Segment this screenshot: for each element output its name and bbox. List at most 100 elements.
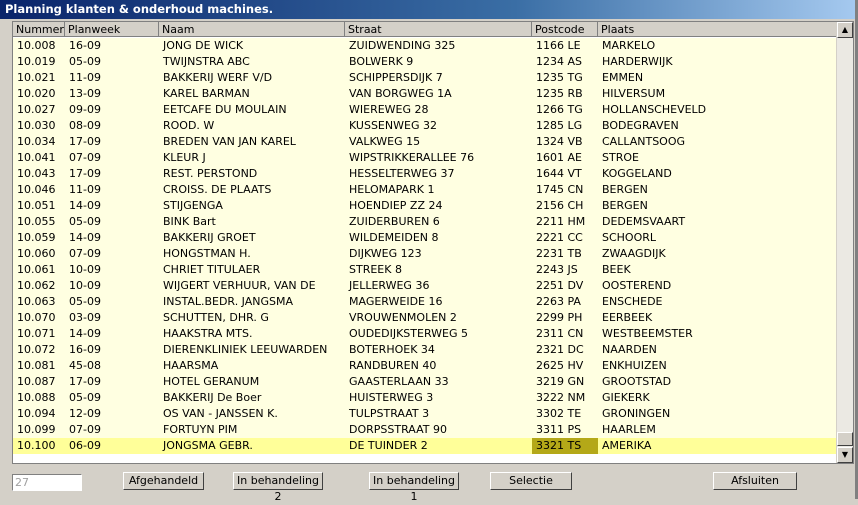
cell-postcode: 1745 CN — [536, 183, 584, 196]
table-row[interactable]: 10.070 03-09 SCHUTTEN, DHR. G VROUWENMOLEN … — [13, 310, 837, 326]
cell-nummer: 10.051 — [17, 199, 56, 212]
record-count-field[interactable]: 27 — [12, 474, 82, 491]
cell-naam: FORTUYN PIM — [163, 423, 238, 436]
cell-planweek: 10-09 — [69, 263, 101, 276]
cell-straat: WILDEMEIDEN 8 — [349, 231, 439, 244]
cell-nummer: 10.060 — [17, 247, 56, 260]
cell-plaats: ENKHUIZEN — [602, 359, 667, 372]
table-row[interactable]: 10.072 16-09 DIERENKLINIEK LEEUWARDEN BOTER… — [13, 342, 837, 358]
cell-postcode: 2263 PA — [536, 295, 581, 308]
column-header-postcode[interactable]: Postcode — [532, 22, 598, 37]
cell-planweek: 11-09 — [69, 183, 101, 196]
cell-straat: DE TUINDER 2 — [349, 439, 428, 452]
cell-postcode: 1166 LE — [536, 39, 581, 52]
table-row[interactable]: 10.088 05-09 BAKKERIJ De Boer HUISTERWEG 3 3… — [13, 390, 837, 406]
table-row[interactable]: 10.062 10-09 WIJGERT VERHUUR, VAN DE JELLER… — [13, 278, 837, 294]
cell-plaats: MARKELO — [602, 39, 656, 52]
cell-straat: ZUIDERBUREN 6 — [349, 215, 440, 228]
table-row[interactable]: 10.081 45-08 HAARSMA RANDBUREN 40 2625 HV ENK… — [13, 358, 837, 374]
scroll-up-arrow-icon[interactable]: ▲ — [837, 22, 853, 38]
cell-plaats: BERGEN — [602, 183, 648, 196]
in-behandeling-2-button[interactable]: In behandeling 2 — [233, 472, 323, 503]
table-row[interactable]: 10.071 14-09 HAAKSTRA MTS. OUDEDIJKSTERWEG … — [13, 326, 837, 342]
scroll-thumb[interactable] — [837, 432, 853, 446]
column-header-naam[interactable]: Naam — [159, 22, 345, 37]
table-row[interactable]: 10.094 12-09 OS VAN - JANSSEN K. TULPSTRAAT… — [13, 406, 837, 422]
table-row[interactable]: 10.041 07-09 KLEUR J WIPSTRIKKERALLEE 76 160… — [13, 150, 837, 166]
cell-postcode: 2311 CN — [536, 327, 584, 340]
cell-postcode: 1285 LG — [536, 119, 583, 132]
table-row[interactable]: 10.055 05-09 BINK Bart ZUIDERBUREN 6 2211 HM… — [13, 214, 837, 230]
cell-planweek: 14-09 — [69, 231, 101, 244]
table-row[interactable]: 10.051 14-09 STIJGENGA HOENDIEP ZZ 24 2156 C… — [13, 198, 837, 214]
cell-naam: INSTAL.BEDR. JANGSMA — [163, 295, 294, 308]
cell-straat: HESSELTERWEG 37 — [349, 167, 455, 180]
column-header-nummer[interactable]: Nummer — [13, 22, 65, 37]
cell-naam: HONGSTMAN H. — [163, 247, 251, 260]
cell-plaats: BEEK — [602, 263, 631, 276]
planning-grid[interactable]: Nummer Planweek Naam Straat Postcode Pla… — [12, 21, 854, 464]
cell-naam: KLEUR J — [163, 151, 206, 164]
cell-plaats: AMERIKA — [602, 439, 652, 452]
cell-naam: TWIJNSTRA ABC — [163, 55, 250, 68]
cell-postcode: 2211 HM — [536, 215, 586, 228]
table-row-selected[interactable]: 10.100 06-09 JONGSMA GEBR. DE TUINDER 2 3321… — [13, 438, 837, 454]
cell-planweek: 03-09 — [69, 311, 101, 324]
table-row[interactable]: 10.030 08-09 ROOD. W KUSSENWEG 32 1285 LG BOD… — [13, 118, 837, 134]
cell-nummer: 10.081 — [17, 359, 56, 372]
table-row[interactable]: 10.060 07-09 HONGSTMAN H. DIJKWEG 123 2231 T… — [13, 246, 837, 262]
cell-nummer: 10.030 — [17, 119, 56, 132]
cell-planweek: 45-08 — [69, 359, 101, 372]
column-header-plaats[interactable]: Plaats — [598, 22, 837, 37]
table-row[interactable]: 10.061 10-09 CHRIET TITULAER STREEK 8 2243 J… — [13, 262, 837, 278]
cell-straat: VROUWENMOLEN 2 — [349, 311, 457, 324]
cell-naam: STIJGENGA — [163, 199, 223, 212]
cell-postcode: 3321 TS — [532, 438, 598, 454]
afgehandeld-button[interactable]: Afgehandeld — [123, 472, 204, 490]
table-row[interactable]: 10.019 05-09 TWIJNSTRA ABC BOLWERK 9 1234 AS… — [13, 54, 837, 70]
column-header-planweek[interactable]: Planweek — [65, 22, 159, 37]
cell-nummer: 10.008 — [17, 39, 56, 52]
cell-planweek: 12-09 — [69, 407, 101, 420]
cell-straat: VALKWEG 15 — [349, 135, 421, 148]
table-row[interactable]: 10.063 05-09 INSTAL.BEDR. JANGSMA MAGERWEID… — [13, 294, 837, 310]
table-row[interactable]: 10.087 17-09 HOTEL GERANUM GAASTERLAAN 33 32… — [13, 374, 837, 390]
cell-postcode: 2299 PH — [536, 311, 583, 324]
cell-straat: SCHIPPERSDIJK 7 — [349, 71, 443, 84]
vertical-scrollbar[interactable]: ▲ ▼ — [836, 22, 853, 463]
cell-plaats: OOSTEREND — [602, 279, 672, 292]
cell-postcode: 2625 HV — [536, 359, 584, 372]
cell-postcode: 2321 DC — [536, 343, 584, 356]
table-row[interactable]: 10.034 17-09 BREDEN VAN JAN KAREL VALKWEG 1… — [13, 134, 837, 150]
cell-naam: SCHUTTEN, DHR. G — [163, 311, 269, 324]
selectie-button[interactable]: Selectie — [490, 472, 572, 490]
cell-planweek: 17-09 — [69, 135, 101, 148]
table-row[interactable]: 10.046 11-09 CROISS. DE PLAATS HELOMAPARK 1… — [13, 182, 837, 198]
cell-plaats: SCHOORL — [602, 231, 657, 244]
cell-plaats: HILVERSUM — [602, 87, 666, 100]
cell-postcode: 2251 DV — [536, 279, 584, 292]
cell-planweek: 05-09 — [69, 391, 101, 404]
in-behandeling-1-button[interactable]: In behandeling 1 — [369, 472, 459, 503]
scroll-down-arrow-icon[interactable]: ▼ — [837, 447, 853, 463]
table-row[interactable]: 10.008 16-09 JONG DE WICK ZUIDWENDING 325 11… — [13, 38, 837, 54]
table-row[interactable]: 10.059 14-09 BAKKERIJ GROET WILDEMEIDEN 8 22… — [13, 230, 837, 246]
column-header-straat[interactable]: Straat — [345, 22, 532, 37]
cell-straat: OUDEDIJKSTERWEG 5 — [349, 327, 468, 340]
cell-naam: HAARSMA — [163, 359, 219, 372]
cell-nummer: 10.043 — [17, 167, 56, 180]
cell-nummer: 10.072 — [17, 343, 56, 356]
table-row[interactable]: 10.043 17-09 REST. PERSTOND HESSELTERWEG 37… — [13, 166, 837, 182]
table-row[interactable]: 10.099 07-09 FORTUYN PIM DORPSSTRAAT 90 3311… — [13, 422, 837, 438]
table-row[interactable]: 10.020 13-09 KAREL BARMAN VAN BORGWEG 1A 123… — [13, 86, 837, 102]
grid-rows: 10.008 16-09 JONG DE WICK ZUIDWENDING 325 11… — [13, 38, 837, 454]
table-row[interactable]: 10.027 09-09 EETCAFE DU MOULAIN WIEREWEG 28… — [13, 102, 837, 118]
cell-nummer: 10.099 — [17, 423, 56, 436]
cell-postcode: 1644 VT — [536, 167, 582, 180]
cell-naam: KAREL BARMAN — [163, 87, 250, 100]
table-row[interactable]: 10.021 11-09 BAKKERIJ WERF V/D SCHIPPERSDIJ… — [13, 70, 837, 86]
cell-naam: BAKKERIJ WERF V/D — [163, 71, 273, 84]
cell-straat: RANDBUREN 40 — [349, 359, 437, 372]
cell-plaats: STROE — [602, 151, 639, 164]
afsluiten-button[interactable]: Afsluiten — [713, 472, 797, 490]
